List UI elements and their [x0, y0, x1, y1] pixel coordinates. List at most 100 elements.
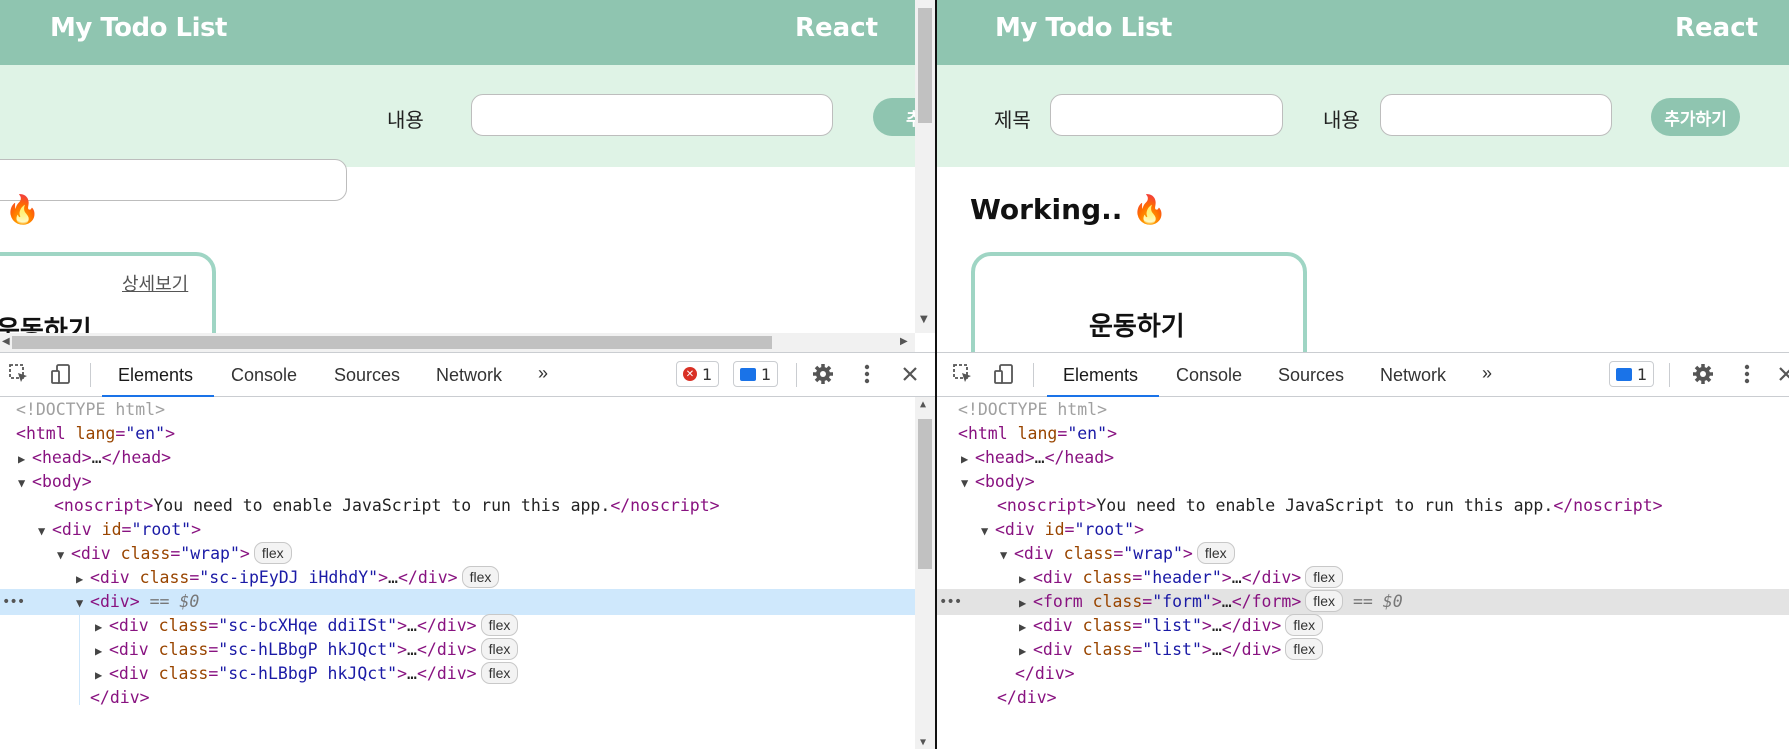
- toolbar-separator: [1033, 363, 1034, 387]
- tab-elements[interactable]: Elements: [1063, 365, 1138, 386]
- more-actions-dots[interactable]: •••: [939, 589, 962, 615]
- tree-line-noscript[interactable]: <noscript>You need to enable JavaScript …: [0, 493, 935, 519]
- tree-line-close-wrap[interactable]: </div>: [937, 661, 1789, 687]
- add-button[interactable]: 추가하기: [1651, 98, 1740, 136]
- close-icon[interactable]: [899, 363, 921, 385]
- flex-badge[interactable]: flex: [1305, 566, 1344, 588]
- tree-line-root[interactable]: ▼ <div id="root">: [0, 517, 935, 543]
- tree-line-body[interactable]: ▼ <body>: [0, 469, 935, 495]
- tree-line-html[interactable]: <html lang="en">: [937, 421, 1789, 447]
- settings-gear-icon[interactable]: [812, 363, 834, 385]
- scrollbar-thumb[interactable]: [918, 8, 932, 123]
- elements-tree: <!DOCTYPE html> <html lang="en"> ▶ <head>…: [0, 397, 935, 749]
- tree-line-close-root[interactable]: </div>: [937, 685, 1789, 711]
- tree-line-close-div[interactable]: </div>: [0, 685, 935, 711]
- tree-vertical-scrollbar[interactable]: ▲ ▼: [915, 397, 935, 749]
- device-toolbar-icon[interactable]: [50, 363, 72, 385]
- tree-line-wrap[interactable]: ▼ <div class="wrap"> flex: [937, 541, 1789, 567]
- lang-val: "en": [125, 424, 166, 443]
- app-title: My Todo List: [995, 13, 1172, 43]
- title-input[interactable]: [0, 159, 347, 201]
- device-toolbar-icon[interactable]: [993, 363, 1015, 385]
- section-title: Working.. 🔥: [970, 193, 1168, 226]
- tree-line-html[interactable]: <html lang="en">: [0, 421, 935, 447]
- child1-val: "sc-ipEyDJ iHdhdY": [199, 568, 379, 587]
- tree-line-list-2[interactable]: ▶ <div class="list">…</div> flex: [937, 637, 1789, 663]
- flex-badge[interactable]: flex: [480, 638, 519, 660]
- title-input[interactable]: [1050, 94, 1283, 136]
- tab-sources[interactable]: Sources: [334, 365, 400, 386]
- scroll-down-arrow[interactable]: ▼: [920, 737, 926, 748]
- tab-console[interactable]: Console: [231, 365, 297, 386]
- tree-line-selected[interactable]: ••• ▼ <div> == $0: [0, 589, 935, 615]
- flex-badge[interactable]: flex: [253, 542, 292, 564]
- tab-network[interactable]: Network: [1380, 365, 1446, 386]
- viewport-vertical-scrollbar[interactable]: ▼: [915, 0, 935, 333]
- inspect-element-icon[interactable]: [8, 363, 30, 385]
- app-header: My Todo List React: [937, 0, 1789, 65]
- toolbar-separator: [796, 363, 797, 387]
- message-count-badge[interactable]: 1: [1609, 361, 1655, 387]
- error-count-badge[interactable]: ✕ 1: [676, 361, 720, 387]
- scrollbar-thumb[interactable]: [12, 336, 772, 349]
- message-count: 1: [761, 364, 772, 384]
- doctype-text: <!DOCTYPE html>: [16, 400, 166, 419]
- scroll-up-arrow[interactable]: ▲: [920, 399, 926, 410]
- more-tabs-button[interactable]: »: [1482, 363, 1492, 384]
- tree-line-root[interactable]: ▼ <div id="root">: [937, 517, 1789, 543]
- right-browser-pane: My Todo List React 제목 내용 추가하기 Working.. …: [937, 0, 1789, 749]
- more-options-icon[interactable]: [856, 363, 878, 385]
- flex-badge[interactable]: flex: [1305, 590, 1344, 612]
- flex-badge[interactable]: flex: [1196, 542, 1235, 564]
- flex-badge[interactable]: flex: [461, 566, 500, 588]
- tree-line-selected-form[interactable]: ••• ▶ <form class="form">…</form> flex == …: [937, 589, 1789, 615]
- tree-line-body[interactable]: ▼ <body>: [937, 469, 1789, 495]
- wrap-attr: class: [1063, 544, 1114, 563]
- content-input[interactable]: [1380, 94, 1612, 136]
- tab-sources[interactable]: Sources: [1278, 365, 1344, 386]
- more-options-icon[interactable]: [1736, 363, 1758, 385]
- scroll-right-arrow[interactable]: ▶: [900, 336, 908, 347]
- settings-gear-icon[interactable]: [1692, 363, 1714, 385]
- content-input[interactable]: [471, 94, 833, 136]
- todo-card: 운동하기: [971, 252, 1307, 352]
- flex-badge[interactable]: flex: [480, 662, 519, 684]
- tree-line-child-3[interactable]: ▶ <div class="sc-hLBbgP hkJQct">…</div> fl…: [0, 637, 935, 663]
- tree-line-doctype[interactable]: <!DOCTYPE html>: [937, 397, 1789, 423]
- close-icon[interactable]: [1775, 363, 1789, 385]
- todo-form: 내용 추: [0, 65, 935, 201]
- tab-console[interactable]: Console: [1176, 365, 1242, 386]
- tree-line-child-2[interactable]: ▶ <div class="sc-bcXHqe ddiISt">…</div> fl…: [0, 613, 935, 639]
- selected-suffix: == $0: [149, 592, 200, 611]
- flex-badge[interactable]: flex: [1285, 614, 1324, 636]
- tree-line-head[interactable]: ▶ <head>…</head>: [0, 445, 935, 471]
- tab-network[interactable]: Network: [436, 365, 502, 386]
- todo-form: 제목 내용 추가하기: [937, 65, 1789, 167]
- flex-badge[interactable]: flex: [1285, 638, 1324, 660]
- message-count-badge[interactable]: 1: [733, 361, 779, 387]
- tab-elements[interactable]: Elements: [118, 365, 193, 386]
- tree-line-child-4[interactable]: ▶ <div class="sc-hLBbgP hkJQct">…</div> fl…: [0, 661, 935, 687]
- tree-line-head[interactable]: ▶ <head>…</head>: [937, 445, 1789, 471]
- flex-badge[interactable]: flex: [480, 614, 519, 636]
- tree-line-header[interactable]: ▶ <div class="header">…</div> flex: [937, 565, 1789, 591]
- more-actions-dots[interactable]: •••: [2, 589, 25, 615]
- scrollbar-thumb[interactable]: [918, 419, 932, 569]
- tree-line-noscript[interactable]: <noscript>You need to enable JavaScript …: [937, 493, 1789, 519]
- tree-line-child-1[interactable]: ▶ <div class="sc-ipEyDJ iHdhdY">…</div> fl…: [0, 565, 935, 591]
- root-attr: id: [1044, 520, 1065, 539]
- detail-link[interactable]: 상세보기: [122, 270, 188, 296]
- toolbar-separator: [90, 363, 91, 387]
- scroll-down-arrow[interactable]: ▼: [920, 314, 928, 325]
- header-val: "header": [1142, 568, 1222, 587]
- more-tabs-button[interactable]: »: [538, 363, 548, 384]
- tree-line-wrap[interactable]: ▼ <div class="wrap"> flex: [0, 541, 935, 567]
- tree-line-doctype[interactable]: <!DOCTYPE html>: [0, 397, 935, 423]
- root-val: "root": [131, 520, 192, 539]
- devtools-toolbar: Elements Console Sources Network » 1: [937, 353, 1789, 397]
- app-header: My Todo List React: [0, 0, 935, 65]
- inspect-element-icon[interactable]: [952, 363, 974, 385]
- tree-line-list-1[interactable]: ▶ <div class="list">…</div> flex: [937, 613, 1789, 639]
- scroll-left-arrow[interactable]: ◀: [2, 336, 10, 347]
- viewport-horizontal-scrollbar[interactable]: ◀ ▶: [0, 333, 915, 352]
